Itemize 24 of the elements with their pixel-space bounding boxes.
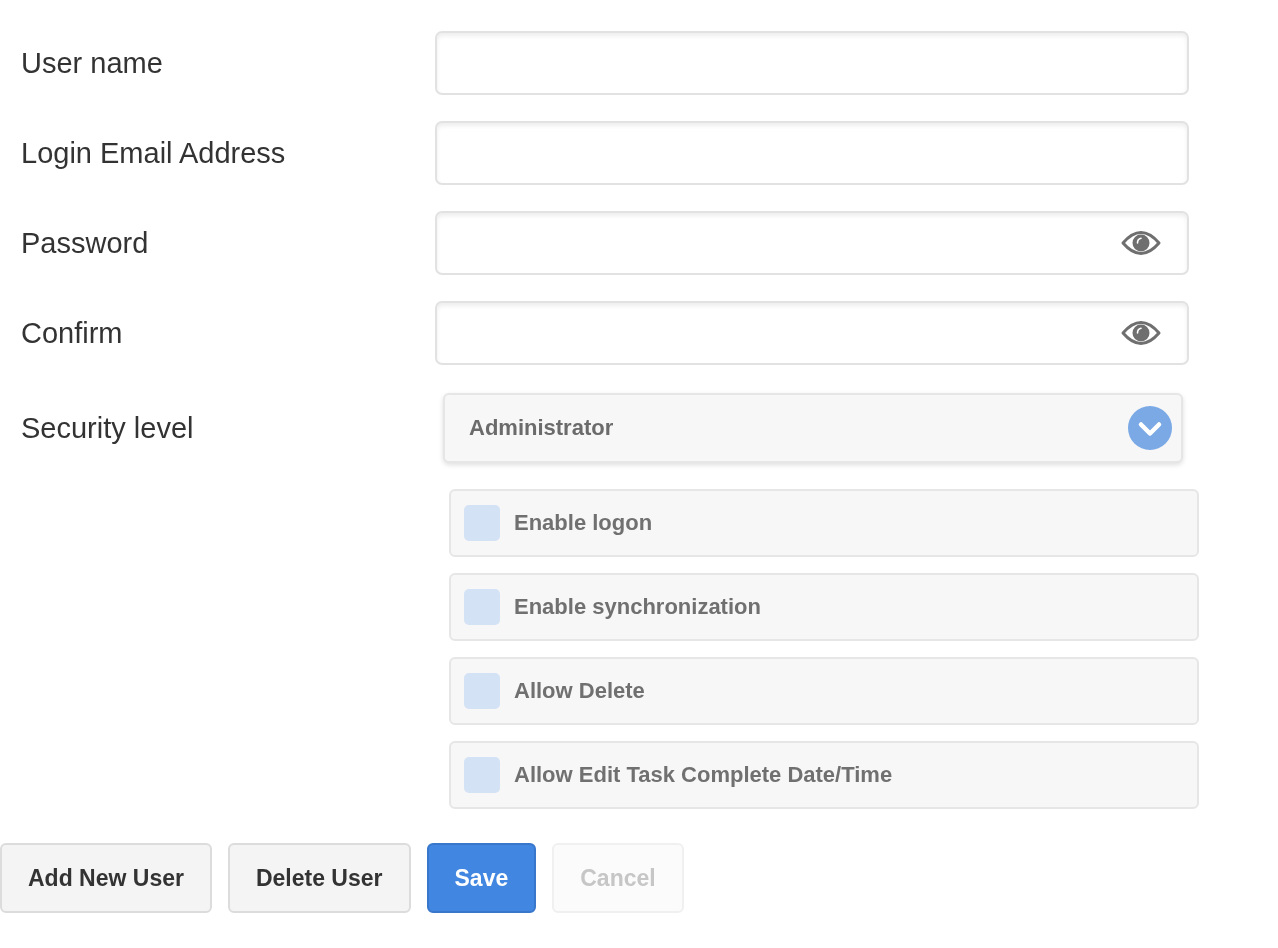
checkbox[interactable] bbox=[464, 505, 500, 541]
field-label: User name bbox=[21, 45, 163, 81]
input-field[interactable] bbox=[435, 121, 1189, 185]
input-field[interactable] bbox=[435, 301, 1189, 365]
eye-icon[interactable] bbox=[1121, 320, 1161, 346]
checkbox[interactable] bbox=[464, 757, 500, 793]
field-label: Security level bbox=[21, 410, 194, 446]
checkbox-option[interactable]: Allow Delete bbox=[449, 657, 1199, 725]
input-field[interactable] bbox=[435, 31, 1189, 95]
field-label: Login Email Address bbox=[21, 135, 286, 171]
checkbox[interactable] bbox=[464, 673, 500, 709]
checkbox[interactable] bbox=[464, 589, 500, 625]
save-button[interactable]: Save bbox=[426, 843, 537, 913]
action-button[interactable]: Add New User bbox=[0, 843, 212, 913]
security-level-select[interactable]: Administrator bbox=[443, 393, 1183, 463]
field-label: Confirm bbox=[21, 315, 123, 351]
checkbox-option[interactable]: Enable logon bbox=[449, 489, 1199, 557]
checkbox-option[interactable]: Enable synchronization bbox=[449, 573, 1199, 641]
field-label: Password bbox=[21, 225, 149, 261]
chevron-down-icon bbox=[1128, 406, 1172, 450]
checkbox-option[interactable]: Allow Edit Task Complete Date/Time bbox=[449, 741, 1199, 809]
action-button[interactable]: Delete User bbox=[227, 843, 411, 913]
eye-icon[interactable] bbox=[1121, 230, 1161, 256]
input-field[interactable] bbox=[435, 211, 1189, 275]
